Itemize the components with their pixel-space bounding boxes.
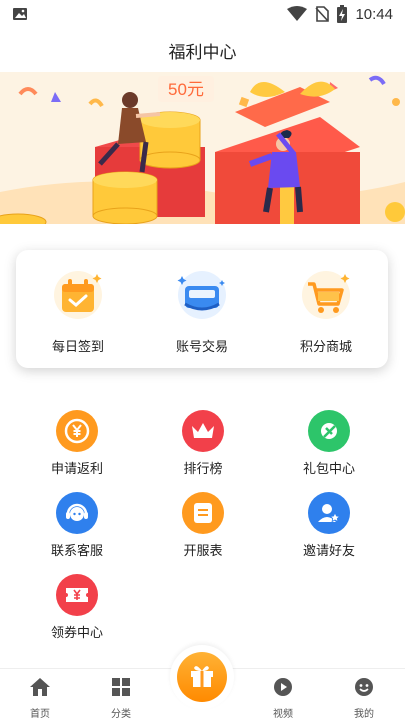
quick-action-account-trade[interactable]: 账号交易: [147, 268, 257, 355]
schedule-icon: [182, 492, 224, 534]
quick-action-label: 每日签到: [51, 339, 104, 354]
tab-profile[interactable]: 我的: [334, 677, 394, 720]
service-coupon-center[interactable]: 领券中心: [32, 574, 122, 641]
banner-badge-text: 50元: [168, 80, 204, 99]
tab-category[interactable]: 分类: [91, 677, 151, 720]
headset-icon: [56, 492, 98, 534]
video-icon: [273, 677, 293, 702]
tab-label: 我的: [354, 709, 374, 720]
service-label: 开服表: [183, 543, 223, 558]
service-label: 邀请好友: [302, 543, 355, 558]
gift-icon: [188, 661, 216, 694]
tab-label: 视频: [273, 709, 293, 720]
service-leaderboard[interactable]: 排行榜: [158, 410, 248, 477]
quick-action-points-mall[interactable]: 积分商城: [271, 268, 381, 355]
service-contact-support[interactable]: 联系客服: [32, 492, 122, 559]
tab-video[interactable]: 视频: [253, 677, 313, 720]
tab-label: 首页: [30, 709, 50, 720]
category-icon: [111, 677, 131, 702]
service-label: 申请返利: [50, 461, 103, 476]
service-label: 联系客服: [50, 543, 103, 558]
tab-welfare-button[interactable]: [177, 652, 227, 702]
no-sim-icon: [315, 6, 330, 22]
calendar-check-icon: [48, 268, 108, 322]
image-icon: [12, 6, 28, 22]
header: 福利中心: [0, 28, 405, 72]
service-server-schedule[interactable]: 开服表: [158, 492, 248, 559]
service-label: 礼包中心: [302, 461, 355, 476]
coupon-icon: [56, 574, 98, 616]
tab-welfare[interactable]: [170, 645, 234, 709]
battery-charging-icon: [337, 5, 348, 23]
tab-label: 分类: [111, 709, 131, 720]
crown-icon: [182, 410, 224, 452]
home-icon: [29, 677, 51, 702]
status-bar: 10:44: [0, 0, 405, 28]
service-gift-center[interactable]: 礼包中心: [284, 410, 374, 477]
invite-user-icon: [308, 492, 350, 534]
page-title: 福利中心: [168, 42, 237, 62]
yuan-coin-icon: [56, 410, 98, 452]
status-time: 10:44: [355, 5, 393, 23]
service-label: 领券中心: [50, 625, 103, 640]
quick-action-daily-checkin[interactable]: 每日签到: [23, 268, 133, 355]
service-label: 排行榜: [183, 461, 223, 476]
shopping-cart-icon: [296, 268, 356, 322]
quick-action-label: 账号交易: [175, 339, 228, 354]
account-trade-icon: [172, 268, 232, 322]
gift-pack-icon: [308, 410, 350, 452]
service-invite-friends[interactable]: 邀请好友: [284, 492, 374, 559]
quick-action-label: 积分商城: [299, 339, 352, 354]
service-apply-rebate[interactable]: 申请返利: [32, 410, 122, 477]
profile-icon: [354, 677, 374, 702]
welfare-banner[interactable]: 50元: [0, 72, 405, 224]
tab-home[interactable]: 首页: [10, 677, 70, 720]
wifi-icon: [287, 6, 308, 22]
quick-actions-card: 每日签到 账号交易 积分商城: [16, 250, 388, 368]
